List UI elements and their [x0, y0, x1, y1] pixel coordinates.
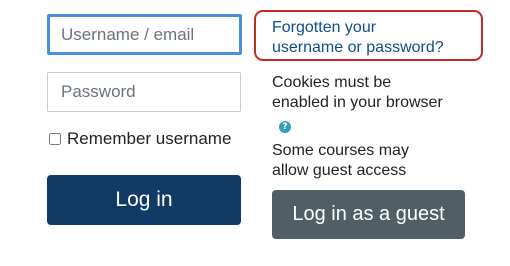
guest-notice-line-1: Some courses may: [272, 142, 409, 159]
username-input[interactable]: [47, 14, 242, 55]
guest-notice-line-2: allow guest access: [272, 162, 407, 179]
cookies-notice: Cookies must be enabled in your browser: [272, 73, 472, 113]
remember-username-label: Remember username: [67, 129, 232, 148]
forgot-password-link[interactable]: Forgotten your username or password?: [254, 10, 483, 61]
forgot-link-line-1: Forgotten your: [272, 19, 377, 36]
cookies-notice-line-2: enabled in your browser: [272, 94, 443, 111]
question-mark-circle-icon[interactable]: ?: [279, 121, 291, 133]
remember-username-row[interactable]: Remember username: [47, 128, 242, 150]
guest-access-notice: Some courses may allow guest access: [272, 141, 452, 181]
remember-username-checkbox[interactable]: [49, 133, 61, 145]
forgot-link-line-2: username or password?: [272, 39, 444, 56]
cookies-notice-line-1: Cookies must be: [272, 74, 392, 91]
password-input[interactable]: [47, 72, 241, 112]
login-form: Remember username Log in: [47, 14, 242, 225]
login-help-panel: Forgotten your username or password? Coo…: [254, 10, 494, 239]
guest-login-button[interactable]: Log in as a guest: [272, 190, 465, 239]
login-button[interactable]: Log in: [47, 175, 241, 225]
